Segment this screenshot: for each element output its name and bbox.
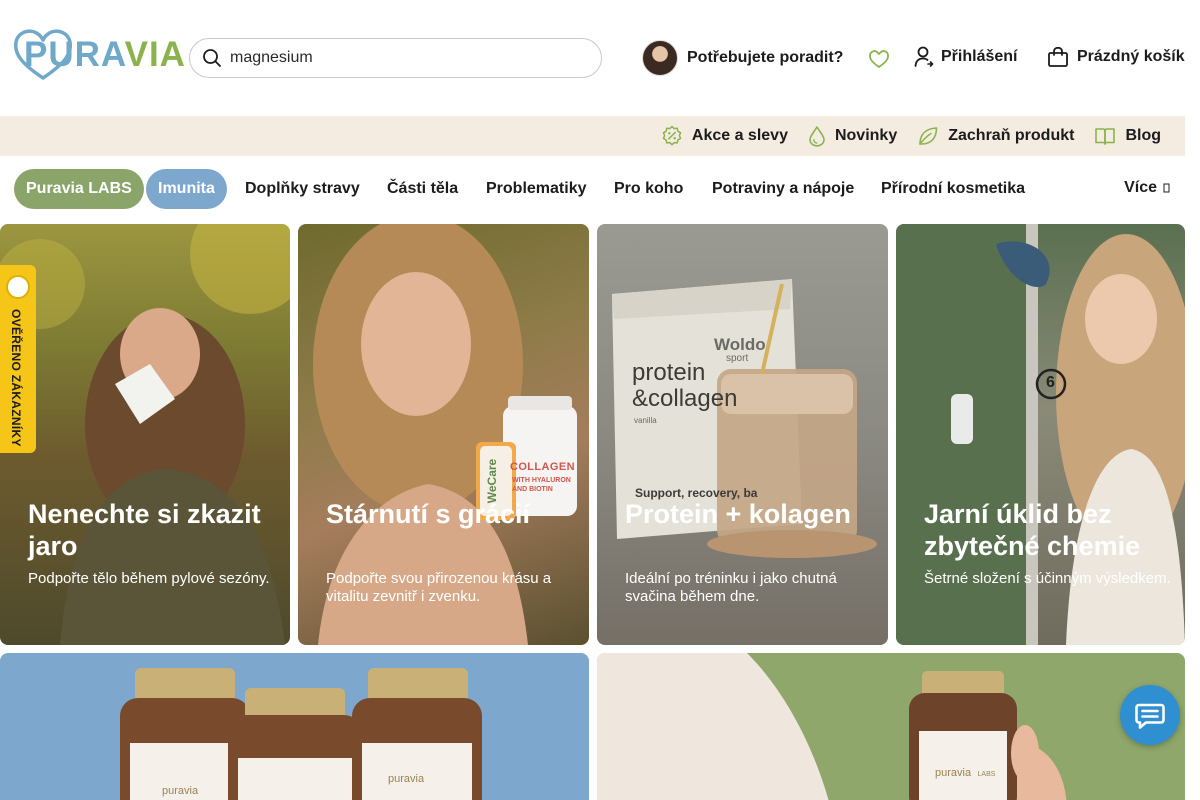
- book-icon: [1095, 128, 1116, 145]
- promo-strip: Akce a slevy Novinky Zachraň produkt Blo…: [0, 116, 1185, 156]
- banner-subtitle: Ideální po tréninku i jako chutná svačin…: [625, 570, 837, 605]
- category-label: Problematiky: [486, 180, 587, 197]
- banner-subtitle: Podpořte svou přirozenou krásu a vitalit…: [326, 570, 552, 605]
- category-label: Puravia LABS: [26, 180, 132, 197]
- banner-aging-grace[interactable]: COLLAGEN WITH HYALURON AND BIOTIN WeCare…: [298, 224, 589, 645]
- drop-icon: [809, 126, 825, 147]
- user-icon: [914, 46, 934, 67]
- banner-illustration: [120, 668, 482, 800]
- category-nav: Puravia LABS Imunita Doplňky stravy Část…: [0, 156, 1185, 224]
- promo-item-save-product[interactable]: Zachraň produkt: [917, 125, 1074, 147]
- category-problematiky[interactable]: Problematiky: [486, 169, 586, 209]
- category-label: Doplňky stravy: [245, 180, 360, 197]
- cart-label: Prázdný košík: [1077, 48, 1185, 65]
- chat-icon: [1135, 703, 1165, 729]
- category-puravia-labs[interactable]: Puravia LABS: [14, 169, 144, 209]
- product-flavor: vanilla: [634, 416, 657, 425]
- site-header: PURAVIA Potřebujete poradit? Přihlášení …: [0, 0, 1200, 116]
- verified-label: OVĚŘENO ZÁKAZNÍKY: [9, 309, 23, 447]
- more-categories-button[interactable]: Více: [1124, 179, 1171, 197]
- more-label: Více: [1124, 179, 1157, 196]
- product-brand: puravia LABS: [935, 763, 995, 781]
- discount-icon: [662, 125, 682, 146]
- product-brand-sub: LABS: [977, 771, 996, 778]
- cart-button[interactable]: Prázdný košík: [1047, 46, 1185, 68]
- product-sublabel: WITH HYALURON AND BIOTIN: [512, 477, 571, 493]
- banner-spring-cleaning[interactable]: 6 Jarní úklid bez zbytečné chemie Šetrné…: [896, 224, 1185, 645]
- banner-subtitle: Podpořte tělo během pylové sezóny.: [28, 570, 270, 587]
- category-pro-koho[interactable]: Pro koho: [614, 169, 683, 209]
- banner-illustration: [597, 653, 1067, 800]
- product-brand-wecare: WeCare: [485, 458, 500, 504]
- banner-title: Protein + kolagen: [625, 499, 851, 529]
- advisor-avatar: [642, 40, 678, 76]
- promo-label-sales: Akce a slevy: [691, 127, 788, 144]
- promo-item-news[interactable]: Novinky: [808, 125, 897, 147]
- verified-by-customers-badge[interactable]: OVĚŘENO ZÁKAZNÍKY: [0, 265, 36, 453]
- promo-item-blog[interactable]: Blog: [1094, 125, 1161, 147]
- chevron-down-icon: [1163, 183, 1170, 193]
- banner-title: Nenechte si zkazit jaro: [28, 499, 261, 561]
- banner-puravia-labs-hand[interactable]: puravia LABS: [597, 653, 1185, 800]
- product-brand-name: puravia: [935, 767, 972, 779]
- product-brand: puravia: [162, 785, 199, 797]
- shopping-bag-icon: [1048, 46, 1068, 67]
- logo-part-via: VIA: [124, 35, 186, 74]
- promo-label-news: Novinky: [834, 127, 898, 144]
- promo-item-sales[interactable]: Akce a slevy: [661, 125, 788, 147]
- chat-button[interactable]: [1120, 685, 1180, 745]
- search-box[interactable]: [189, 38, 602, 78]
- banner-protein-collagen[interactable]: Woldo sport protein &collagen vanilla Su…: [597, 224, 888, 645]
- category-potraviny-a-napoje[interactable]: Potraviny a nápoje: [712, 169, 854, 209]
- search-input[interactable]: [230, 49, 570, 67]
- product-name: protein &collagen: [632, 359, 738, 412]
- banner-title: Stárnutí s grácií: [326, 499, 531, 529]
- category-casti-tela[interactable]: Části těla: [387, 169, 458, 209]
- category-imunita[interactable]: Imunita: [146, 169, 227, 209]
- puravia-logo[interactable]: PURAVIA: [12, 26, 185, 84]
- promo-label-save-product: Zachraň produkt: [948, 127, 1075, 144]
- product-brand-name: Woldo: [714, 335, 766, 354]
- heart-icon[interactable]: [868, 48, 890, 70]
- login-button[interactable]: Přihlášení: [914, 46, 1017, 68]
- window-number: 6: [1046, 374, 1055, 391]
- advice-button[interactable]: Potřebujete poradit?: [642, 40, 843, 76]
- verified-seal-icon: [6, 275, 30, 299]
- login-label: Přihlášení: [941, 48, 1018, 65]
- category-doplnky-stravy[interactable]: Doplňky stravy: [245, 169, 360, 209]
- banner-subtitle: Šetrné složení s účinným výsledkem.: [924, 570, 1171, 587]
- logo-part-pu: PU: [24, 35, 75, 74]
- category-label: Části těla: [387, 180, 459, 197]
- category-label: Imunita: [158, 180, 215, 197]
- category-label: Přírodní kosmetika: [881, 180, 1026, 197]
- logo-part-ra: RA: [74, 35, 125, 74]
- product-label-collagen: COLLAGEN: [510, 461, 575, 473]
- category-label: Potraviny a nápoje: [712, 180, 855, 197]
- product-brand: puravia: [388, 773, 425, 785]
- banner-title: Jarní úklid bez zbytečné chemie: [924, 499, 1141, 561]
- category-label: Pro koho: [614, 180, 684, 197]
- logo-wordmark: PURAVIA: [24, 35, 186, 75]
- search-icon[interactable]: [202, 48, 222, 68]
- banner-spring-allergy[interactable]: Nenechte si zkazit jaro Podpořte tělo bě…: [0, 224, 290, 645]
- advice-label: Potřebujete poradit?: [687, 49, 844, 66]
- promo-label-blog: Blog: [1125, 127, 1161, 144]
- leaf-icon: [919, 127, 938, 145]
- category-prirodni-kosmetika[interactable]: Přírodní kosmetika: [881, 169, 1025, 209]
- banner-puravia-bottles[interactable]: puravia puravia: [0, 653, 589, 800]
